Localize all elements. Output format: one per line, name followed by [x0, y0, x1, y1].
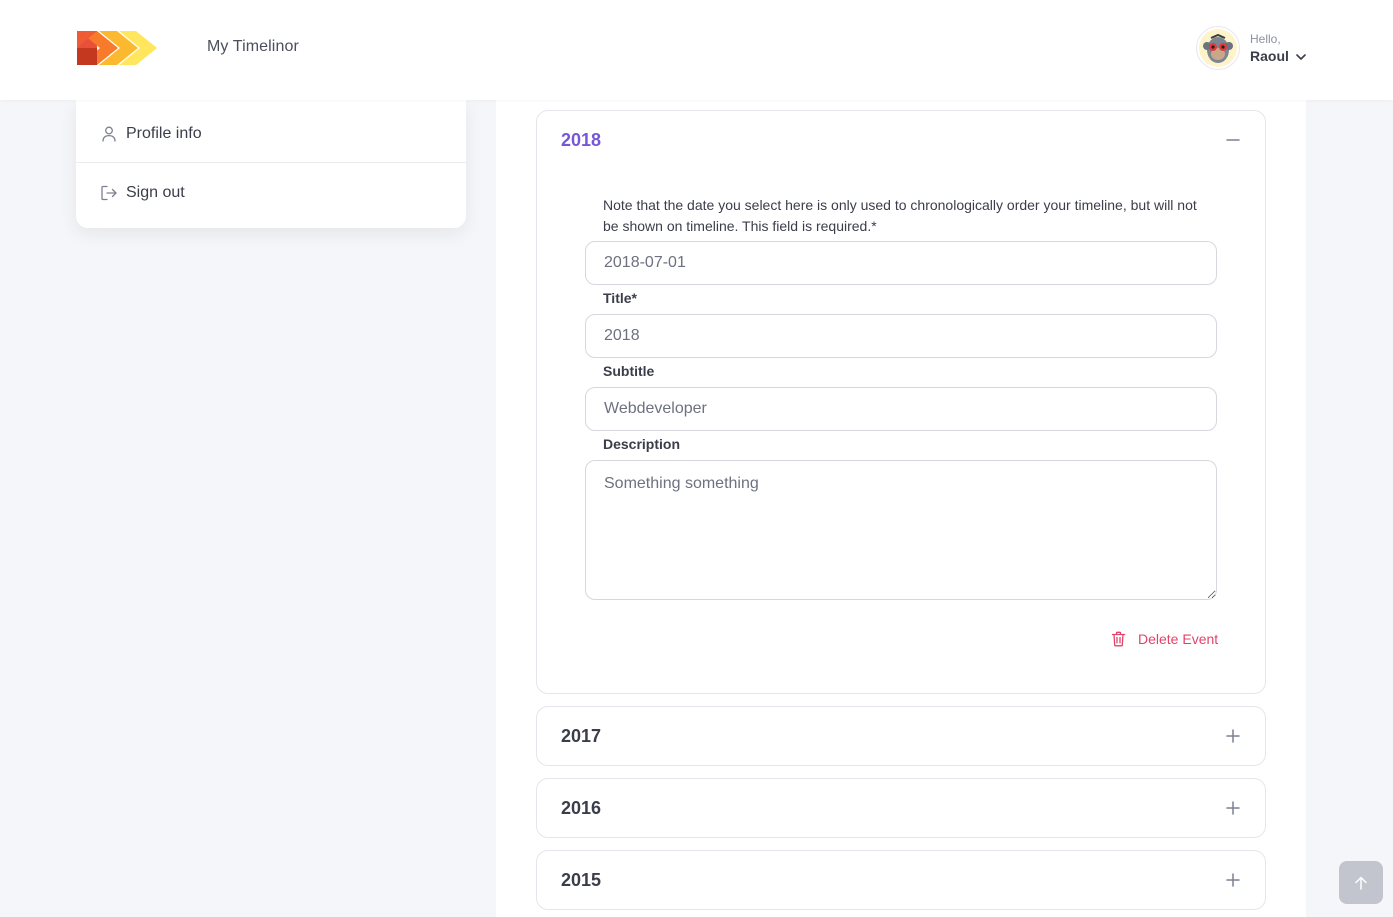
- date-note: Note that the date you select here is on…: [603, 197, 1197, 234]
- sidebar-item-label: Sign out: [126, 183, 185, 201]
- user-info: Hello, Raoul: [1250, 31, 1306, 65]
- sidebar-item-profile-info[interactable]: Profile info: [76, 106, 466, 163]
- event-year: 2015: [561, 869, 602, 890]
- greeting: Hello,: [1250, 32, 1281, 46]
- plus-icon[interactable]: [1225, 800, 1241, 816]
- subtitle-label: Subtitle: [603, 363, 655, 379]
- app-title[interactable]: My Timelinor: [207, 38, 299, 56]
- title-label: Title*: [603, 290, 637, 306]
- event-year: 2017: [561, 725, 602, 746]
- event-year: 2016: [561, 797, 602, 818]
- sign-out-icon: [101, 185, 117, 200]
- event-subtitle-input[interactable]: [585, 387, 1217, 431]
- event-title-input[interactable]: [585, 314, 1217, 358]
- minus-icon[interactable]: [1225, 132, 1241, 148]
- chevron-down-icon: [1296, 54, 1306, 60]
- delete-event-button[interactable]: Delete Event: [1111, 631, 1218, 647]
- event-accordion-2017[interactable]: 2017: [536, 706, 1266, 766]
- accordion-header[interactable]: 2015: [561, 851, 1241, 909]
- event-year: 2018: [561, 129, 602, 150]
- event-accordion-2015[interactable]: 2015: [536, 850, 1266, 910]
- avatar: [1196, 26, 1240, 70]
- user-name: Raoul: [1250, 48, 1289, 64]
- accordion-header[interactable]: 2016: [561, 779, 1241, 837]
- user-icon: [102, 126, 116, 142]
- plus-icon[interactable]: [1225, 872, 1241, 888]
- sidebar-item-label: Profile info: [126, 125, 202, 142]
- description-label: Description: [603, 436, 681, 452]
- sidebar-menu: Profile info Sign out: [76, 100, 466, 228]
- trash-icon: [1111, 631, 1126, 647]
- event-accordion-2018: 2018 Note that the date you select here …: [536, 110, 1266, 694]
- plus-icon[interactable]: [1225, 728, 1241, 744]
- accordion-header[interactable]: 2018: [561, 111, 1241, 169]
- event-description-textarea[interactable]: Something something: [585, 460, 1217, 600]
- scroll-to-top-button[interactable]: [1339, 861, 1383, 904]
- monkey-avatar-icon: [1199, 29, 1237, 67]
- arrow-up-icon: [1355, 876, 1367, 890]
- logo[interactable]: [77, 31, 157, 65]
- delete-event-label: Delete Event: [1138, 631, 1219, 647]
- event-accordion-2016[interactable]: 2016: [536, 778, 1266, 838]
- event-date-input[interactable]: [585, 241, 1217, 285]
- app-header: My Timelinor Hello, Raoul: [0, 0, 1393, 100]
- sidebar-item-sign-out[interactable]: Sign out: [76, 164, 466, 221]
- user-menu[interactable]: Hello, Raoul: [1196, 26, 1306, 70]
- accordion-header[interactable]: 2017: [561, 707, 1241, 765]
